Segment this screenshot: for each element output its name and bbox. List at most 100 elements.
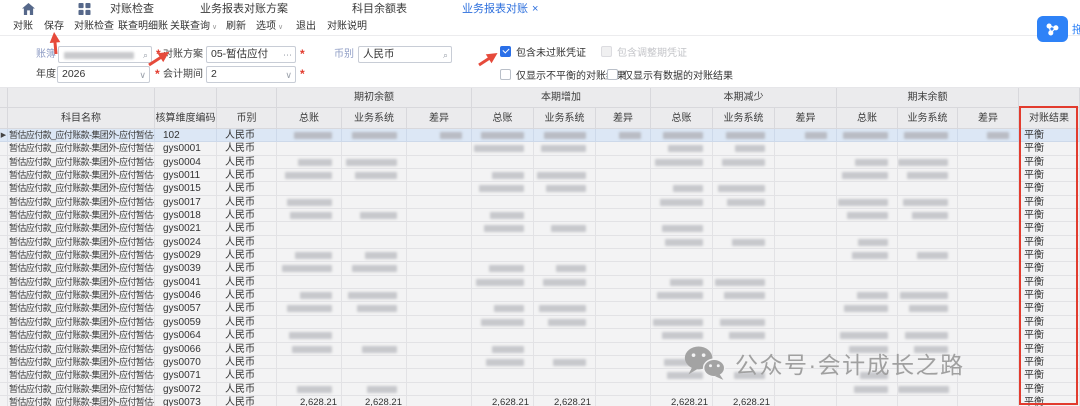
table-row[interactable]: 暂估应付款_应付账款-集团外-应付暂估-货款gys0029人民币平衡 <box>0 249 1080 262</box>
chevron-down-icon[interactable]: ∨ <box>285 69 292 81</box>
column-group-spacer <box>1019 88 1080 108</box>
column-header-业务系统[interactable]: 业务系统 <box>713 108 775 129</box>
table-row[interactable]: 暂估应付款_应付账款-集团外-应付暂估-货款gys0066人民币平衡 <box>0 343 1080 356</box>
tab-对账检查[interactable]: 对账检查 <box>110 2 154 17</box>
table-row[interactable]: ▶暂估应付款_应付账款-集团外-应付暂估-货款102人民币平衡 <box>0 129 1080 142</box>
tab-close-icon[interactable]: × <box>532 3 538 15</box>
search-icon[interactable]: ⌕ <box>443 49 448 61</box>
column-header-差异[interactable]: 差异 <box>958 108 1019 129</box>
tab-科目余额表[interactable]: 科目余额表 <box>352 2 407 17</box>
cell-amount <box>898 383 958 396</box>
table-row[interactable]: 暂估应付款_应付账款-集团外-应付暂估-货款gys0071人民币平衡 <box>0 369 1080 382</box>
year-select[interactable]: 2026 ∨ <box>57 66 150 83</box>
table-row[interactable]: 暂估应付款_应付账款-集团外-应付暂估-货款gys0004人民币平衡 <box>0 156 1080 169</box>
cell-amount <box>277 222 342 235</box>
cell-amount <box>596 182 651 195</box>
column-header-科目名称[interactable]: 科目名称 <box>8 108 155 129</box>
table-row[interactable]: 暂估应付款_应付账款-集团外-应付暂估-货款gys0073人民币2,628.21… <box>0 396 1080 406</box>
table-row[interactable]: 暂估应付款_应付账款-集团外-应付暂估-货款gys0024人民币平衡 <box>0 236 1080 249</box>
row-indicator <box>0 289 8 302</box>
table-row[interactable]: 暂估应付款_应付账款-集团外-应付暂估-货款gys0072人民币平衡 <box>0 383 1080 396</box>
checkbox-label: 包含未过账凭证 <box>516 44 586 59</box>
currency-input[interactable]: 人民币 ⌕ <box>358 46 452 63</box>
redacted-amount <box>486 359 524 366</box>
scheme-input[interactable]: 05-暂估应付 ⋯ <box>206 46 296 63</box>
toolbar-button-退出[interactable]: 退出 <box>296 20 316 33</box>
column-header-业务系统[interactable]: 业务系统 <box>534 108 596 129</box>
redacted-amount <box>352 132 397 139</box>
column-header-总账[interactable]: 总账 <box>472 108 534 129</box>
column-header-币别[interactable]: 币别 <box>217 108 277 129</box>
cell-amount <box>837 276 898 289</box>
checkbox-box[interactable] <box>607 69 618 80</box>
ellipsis-picker-icon[interactable]: ⋯ <box>283 49 292 61</box>
column-header-业务系统[interactable]: 业务系统 <box>342 108 407 129</box>
table-row[interactable]: 暂估应付款_应付账款-集团外-应付暂估-货款gys0001人民币平衡 <box>0 142 1080 155</box>
table-row[interactable]: 暂估应付款_应付账款-集团外-应付暂估-货款gys0039人民币平衡 <box>0 262 1080 275</box>
column-header-总账[interactable]: 总账 <box>837 108 898 129</box>
cell-amount <box>472 249 534 262</box>
period-select[interactable]: 2 ∨ <box>206 66 296 83</box>
redacted-amount <box>544 132 586 139</box>
home-icon[interactable] <box>22 3 35 15</box>
cell-currency: 人民币 <box>217 289 277 302</box>
cell-amount <box>958 302 1019 315</box>
checkbox-box[interactable] <box>500 46 511 57</box>
cell-amount <box>958 129 1019 142</box>
redacted-amount <box>857 292 888 299</box>
column-group-spacer <box>8 88 155 108</box>
checkbox-box[interactable] <box>500 69 511 80</box>
redacted-amount <box>476 279 524 286</box>
float-assistant-button[interactable] <box>1037 16 1068 42</box>
toolbar-button-选项[interactable]: 选项∨ <box>256 20 283 34</box>
cell-dimension-code: gys0017 <box>155 196 217 209</box>
redacted-amount <box>722 159 765 166</box>
checkbox-包含未过账凭证[interactable]: 包含未过账凭证 <box>500 44 586 58</box>
table-row[interactable]: 暂估应付款_应付账款-集团外-应付暂估-货款gys0046人民币平衡 <box>0 289 1080 302</box>
toolbar-button-对账说明[interactable]: 对账说明 <box>327 20 367 33</box>
cell-amount <box>898 222 958 235</box>
table-row[interactable]: 暂估应付款_应付账款-集团外-应付暂估-货款gys0011人民币平衡 <box>0 169 1080 182</box>
table-row[interactable]: 暂估应付款_应付账款-集团外-应付暂估-货款gys0059人民币平衡 <box>0 316 1080 329</box>
column-header-核算维度编码[interactable]: 核算维度编码 <box>155 108 217 129</box>
toolbar-button-关联查询[interactable]: 关联查询∨ <box>170 20 217 34</box>
column-header-对账结果[interactable]: 对账结果 <box>1019 108 1080 129</box>
search-icon[interactable]: ⌕ <box>143 49 148 61</box>
filter-panel: 账簿 ⌕ * 对账方案 05-暂估应付 ⋯ * 币别 人民币 ⌕ 年度 2026… <box>0 36 1080 88</box>
column-header-业务系统[interactable]: 业务系统 <box>898 108 958 129</box>
toolbar-button-联查明细账[interactable]: 联查明细账 <box>118 20 168 33</box>
column-header-总账[interactable]: 总账 <box>651 108 713 129</box>
column-header-差异[interactable]: 差异 <box>407 108 472 129</box>
checkbox-仅显示有数据的对账结果[interactable]: 仅显示有数据的对账结果 <box>607 67 733 81</box>
redacted-amount <box>900 292 948 299</box>
chevron-down-icon[interactable]: ∨ <box>139 69 146 81</box>
column-header-差异[interactable]: 差异 <box>596 108 651 129</box>
table-row[interactable]: 暂估应付款_应付账款-集团外-应付暂估-货款gys0015人民币平衡 <box>0 182 1080 195</box>
cell-amount <box>958 209 1019 222</box>
reconciliation-table: 期初余额本期增加本期减少期末余额科目名称核算维度编码币别总账业务系统差异总账业务… <box>0 88 1080 406</box>
toolbar-button-label: 对账 <box>13 21 33 32</box>
toolbar-button-对账[interactable]: 对账 <box>13 20 33 33</box>
cell-amount <box>837 169 898 182</box>
toolbar-button-刷新[interactable]: 刷新 <box>226 20 246 33</box>
table-row[interactable]: 暂估应付款_应付账款-集团外-应付暂估-货款gys0017人民币平衡 <box>0 196 1080 209</box>
redacted-amount <box>537 172 586 179</box>
tab-业务报表对账方案[interactable]: 业务报表对账方案 <box>200 2 288 17</box>
toolbar-button-保存[interactable]: 保存 <box>44 20 64 33</box>
cell-amount <box>277 316 342 329</box>
table-row[interactable]: 暂估应付款_应付账款-集团外-应付暂估-货款gys0070人民币平衡 <box>0 356 1080 369</box>
ledger-input[interactable]: ⌕ <box>58 46 152 63</box>
table-row[interactable]: 暂估应付款_应付账款-集团外-应付暂估-货款gys0057人民币平衡 <box>0 302 1080 315</box>
grid-menu-icon[interactable] <box>78 3 91 15</box>
table-row[interactable]: 暂估应付款_应付账款-集团外-应付暂估-货款gys0041人民币平衡 <box>0 276 1080 289</box>
cell-amount <box>342 383 407 396</box>
cell-amount <box>277 249 342 262</box>
table-row[interactable]: 暂估应付款_应付账款-集团外-应付暂估-货款gys0018人民币平衡 <box>0 209 1080 222</box>
table-row[interactable]: 暂估应付款_应付账款-集团外-应付暂估-货款gys0021人民币平衡 <box>0 222 1080 235</box>
cell-amount <box>277 383 342 396</box>
table-row[interactable]: 暂估应付款_应付账款-集团外-应付暂估-货款gys0064人民币平衡 <box>0 329 1080 342</box>
column-header-差异[interactable]: 差异 <box>775 108 837 129</box>
row-indicator <box>0 249 8 262</box>
toolbar-button-对账检查[interactable]: 对账检查 <box>74 20 114 33</box>
column-header-总账[interactable]: 总账 <box>277 108 342 129</box>
